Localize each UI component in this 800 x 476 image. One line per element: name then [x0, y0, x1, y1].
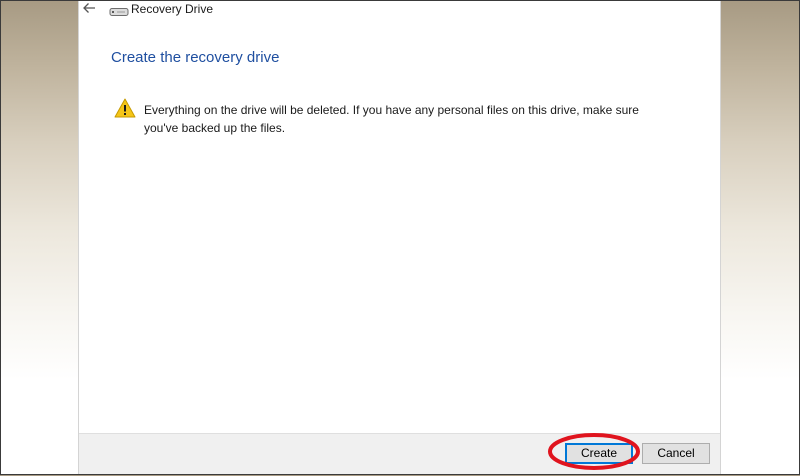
- page-heading: Create the recovery drive: [111, 49, 280, 66]
- create-button[interactable]: Create: [565, 443, 633, 464]
- warning-icon: [114, 98, 136, 118]
- warning-message: Everything on the drive will be deleted.…: [144, 103, 639, 135]
- recovery-drive-dialog: Recovery Drive Create the recovery drive…: [78, 0, 721, 475]
- window-title: Recovery Drive: [131, 2, 214, 16]
- cancel-button[interactable]: Cancel: [642, 443, 710, 464]
- dialog-footer: Create Cancel: [79, 433, 720, 475]
- drive-icon: [109, 4, 129, 16]
- title-bar: Recovery Drive: [79, 0, 720, 20]
- back-arrow-icon[interactable]: [81, 0, 97, 16]
